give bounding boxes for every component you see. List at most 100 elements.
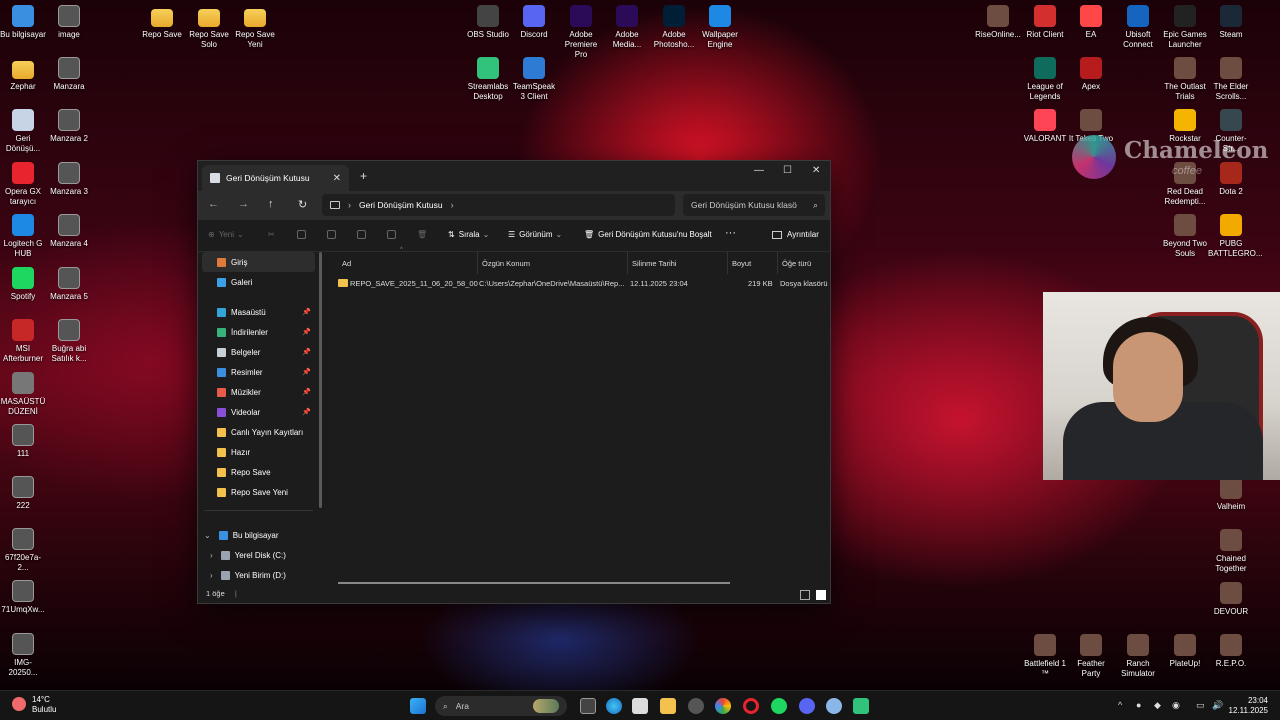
sidebar-item[interactable]: Giriş bbox=[202, 252, 315, 272]
desktop-shortcut[interactable]: League of Legends bbox=[1022, 57, 1068, 102]
close-tab-icon[interactable]: ✕ bbox=[333, 173, 341, 184]
start-icon[interactable] bbox=[410, 698, 426, 714]
desktop-shortcut[interactable]: Ranch Simulator bbox=[1115, 634, 1161, 679]
desktop-shortcut[interactable]: 111 bbox=[0, 424, 46, 459]
desktop-shortcut[interactable]: EA bbox=[1068, 5, 1114, 40]
desktop-shortcut[interactable]: Ubisoft Connect bbox=[1115, 5, 1161, 50]
desktop-shortcut[interactable]: Spotify bbox=[0, 267, 46, 302]
details-pane-button[interactable]: Ayrıntılar bbox=[772, 230, 819, 239]
desktop-shortcut[interactable]: IMG-20250... bbox=[0, 633, 46, 678]
sidebar-item[interactable]: Belgeler 📌 bbox=[198, 342, 319, 362]
clock[interactable]: 23:04 12.11.2025 bbox=[1229, 696, 1268, 716]
chrome-icon[interactable] bbox=[715, 698, 731, 714]
discord-icon[interactable] bbox=[799, 698, 815, 714]
column-header-size[interactable]: Boyut bbox=[728, 252, 778, 274]
chevron-icon[interactable]: › bbox=[210, 571, 213, 580]
desktop-shortcut[interactable]: PlateUp! bbox=[1162, 634, 1208, 669]
horizontal-scrollbar[interactable] bbox=[338, 582, 730, 584]
desktop-shortcut[interactable]: 71UmqXw... bbox=[0, 580, 46, 615]
sidebar-item[interactable]: İndirilenler 📌 bbox=[198, 322, 319, 342]
more-options-icon[interactable]: ··· bbox=[725, 227, 736, 239]
desktop-shortcut[interactable]: Battlefield 1 ™ bbox=[1022, 634, 1068, 679]
tray-app-icon[interactable]: ◆ bbox=[1154, 700, 1161, 711]
desktop-shortcut[interactable]: Manzara 5 bbox=[46, 267, 92, 302]
paste-icon[interactable] bbox=[327, 230, 336, 239]
copy-icon[interactable] bbox=[297, 230, 306, 239]
desktop-shortcut[interactable]: Repo Save Solo bbox=[186, 5, 232, 50]
desktop-shortcut[interactable]: Beyond Two Souls bbox=[1162, 214, 1208, 259]
desktop-shortcut[interactable]: Chained Together bbox=[1208, 529, 1254, 574]
desktop-shortcut[interactable]: MASAÜSTÜ DÜZENİ bbox=[0, 372, 46, 417]
sidebar-item[interactable]: Galeri bbox=[198, 272, 319, 292]
desktop-shortcut[interactable]: 67f20e7a-2... bbox=[0, 528, 46, 573]
column-header-location[interactable]: Özgün Konum bbox=[478, 252, 628, 274]
desktop-shortcut[interactable]: OBS Studio bbox=[465, 5, 511, 40]
sidebar-item[interactable]: Hazır bbox=[198, 442, 319, 462]
desktop-shortcut[interactable]: Steam bbox=[1208, 5, 1254, 40]
tree-item[interactable]: ⌄ Bu bilgisayar bbox=[198, 525, 319, 545]
tiles-view-icon[interactable] bbox=[816, 590, 826, 600]
weather-widget[interactable]: 14°C Bulutlu bbox=[12, 695, 56, 715]
tray-app-icon[interactable]: ● bbox=[1136, 700, 1141, 710]
desktop-shortcut[interactable]: PUBG BATTLEGRO... bbox=[1208, 214, 1263, 259]
desktop-shortcut[interactable]: Feather Party bbox=[1068, 634, 1114, 679]
desktop-shortcut[interactable]: Discord bbox=[511, 5, 557, 40]
column-header-name[interactable]: Ad bbox=[338, 252, 478, 274]
pin-icon[interactable]: 📌 bbox=[302, 388, 311, 396]
desktop-shortcut[interactable]: RiseOnline... bbox=[975, 5, 1021, 40]
desktop-shortcut[interactable]: Apex bbox=[1068, 57, 1114, 92]
settings-icon[interactable] bbox=[688, 698, 704, 714]
address-bar[interactable]: › Geri Dönüşüm Kutusu › bbox=[322, 194, 675, 216]
desktop-shortcut[interactable]: Adobe Photosho... bbox=[651, 5, 697, 50]
details-view-icon[interactable] bbox=[800, 590, 810, 600]
sidebar-item[interactable]: Masaüstü 📌 bbox=[198, 302, 319, 322]
search-input[interactable]: Geri Dönüşüm Kutusu klasö ⌕ bbox=[683, 194, 825, 216]
tray-overflow-icon[interactable]: ^ bbox=[1118, 700, 1122, 710]
desktop-shortcut[interactable]: Streamlabs Desktop bbox=[465, 57, 511, 102]
desktop-shortcut[interactable]: VALORANT bbox=[1022, 109, 1068, 144]
streamlabs-icon[interactable] bbox=[853, 698, 869, 714]
taskbar-search[interactable]: ⌕ Ara bbox=[435, 696, 567, 716]
new-button[interactable]: ⊕ Yeni ⌄ bbox=[208, 230, 244, 239]
sidebar-scrollbar[interactable] bbox=[319, 252, 322, 508]
file-explorer-icon[interactable] bbox=[660, 698, 676, 714]
forward-button[interactable]: → bbox=[238, 198, 249, 210]
chevron-icon[interactable]: › bbox=[210, 551, 213, 560]
new-tab-button[interactable]: + bbox=[360, 169, 367, 183]
desktop-shortcut[interactable]: TeamSpeak 3 Client bbox=[511, 57, 557, 102]
app-icon[interactable] bbox=[826, 698, 842, 714]
desktop-shortcut[interactable]: image bbox=[46, 5, 92, 40]
desktop-shortcut[interactable]: Manzara bbox=[46, 57, 92, 92]
view-button[interactable]: ☰ Görünüm ⌄ bbox=[508, 230, 562, 239]
edge-icon[interactable] bbox=[606, 698, 622, 714]
close-window-button[interactable]: ✕ bbox=[812, 165, 820, 176]
sidebar-item[interactable]: Repo Save Yeni bbox=[198, 482, 319, 502]
desktop-shortcut[interactable]: The Elder Scrolls... bbox=[1208, 57, 1254, 102]
minimize-button[interactable]: — bbox=[754, 165, 764, 176]
desktop-shortcut[interactable]: Adobe Premiere Pro bbox=[558, 5, 604, 60]
sort-button[interactable]: ⇅ Sırala ⌄ bbox=[448, 230, 489, 239]
network-icon[interactable]: ▭ bbox=[1196, 700, 1205, 711]
desktop-shortcut[interactable]: Geri Dönüşü... bbox=[0, 109, 46, 154]
desktop-shortcut[interactable]: Riot Client bbox=[1022, 5, 1068, 40]
desktop-shortcut[interactable]: R.E.P.O. bbox=[1208, 634, 1254, 669]
refresh-button[interactable]: ↻ bbox=[298, 198, 307, 211]
pin-icon[interactable]: 📌 bbox=[302, 328, 311, 336]
desktop-shortcut[interactable]: Repo Save Yeni bbox=[232, 5, 278, 50]
sidebar-item[interactable]: Canlı Yayın Kayıtları bbox=[198, 422, 319, 442]
desktop-shortcut[interactable]: Manzara 3 bbox=[46, 162, 92, 197]
breadcrumb[interactable]: Geri Dönüşüm Kutusu bbox=[359, 200, 443, 210]
desktop-shortcut[interactable]: Manzara 2 bbox=[46, 109, 92, 144]
pin-icon[interactable]: 📌 bbox=[302, 408, 311, 416]
pin-icon[interactable]: 📌 bbox=[302, 368, 311, 376]
back-button[interactable]: ← bbox=[208, 198, 219, 210]
desktop-shortcut[interactable]: Logitech G HUB bbox=[0, 214, 46, 259]
desktop-shortcut[interactable]: Repo Save bbox=[139, 5, 185, 40]
tree-item[interactable]: › Yeni Birim (D:) bbox=[198, 565, 319, 585]
volume-icon[interactable]: 🔊 bbox=[1212, 700, 1223, 711]
desktop-shortcut[interactable]: Adobe Media... bbox=[604, 5, 650, 50]
desktop-shortcut[interactable]: MSI Afterburner bbox=[0, 319, 46, 364]
column-header-type[interactable]: Öğe türü bbox=[778, 252, 832, 274]
table-row[interactable]: REPO_SAVE_2025_11_06_20_58_00 C:\Users\Z… bbox=[332, 274, 830, 292]
column-header-deleted[interactable]: Silinme Tarihi bbox=[628, 252, 728, 274]
